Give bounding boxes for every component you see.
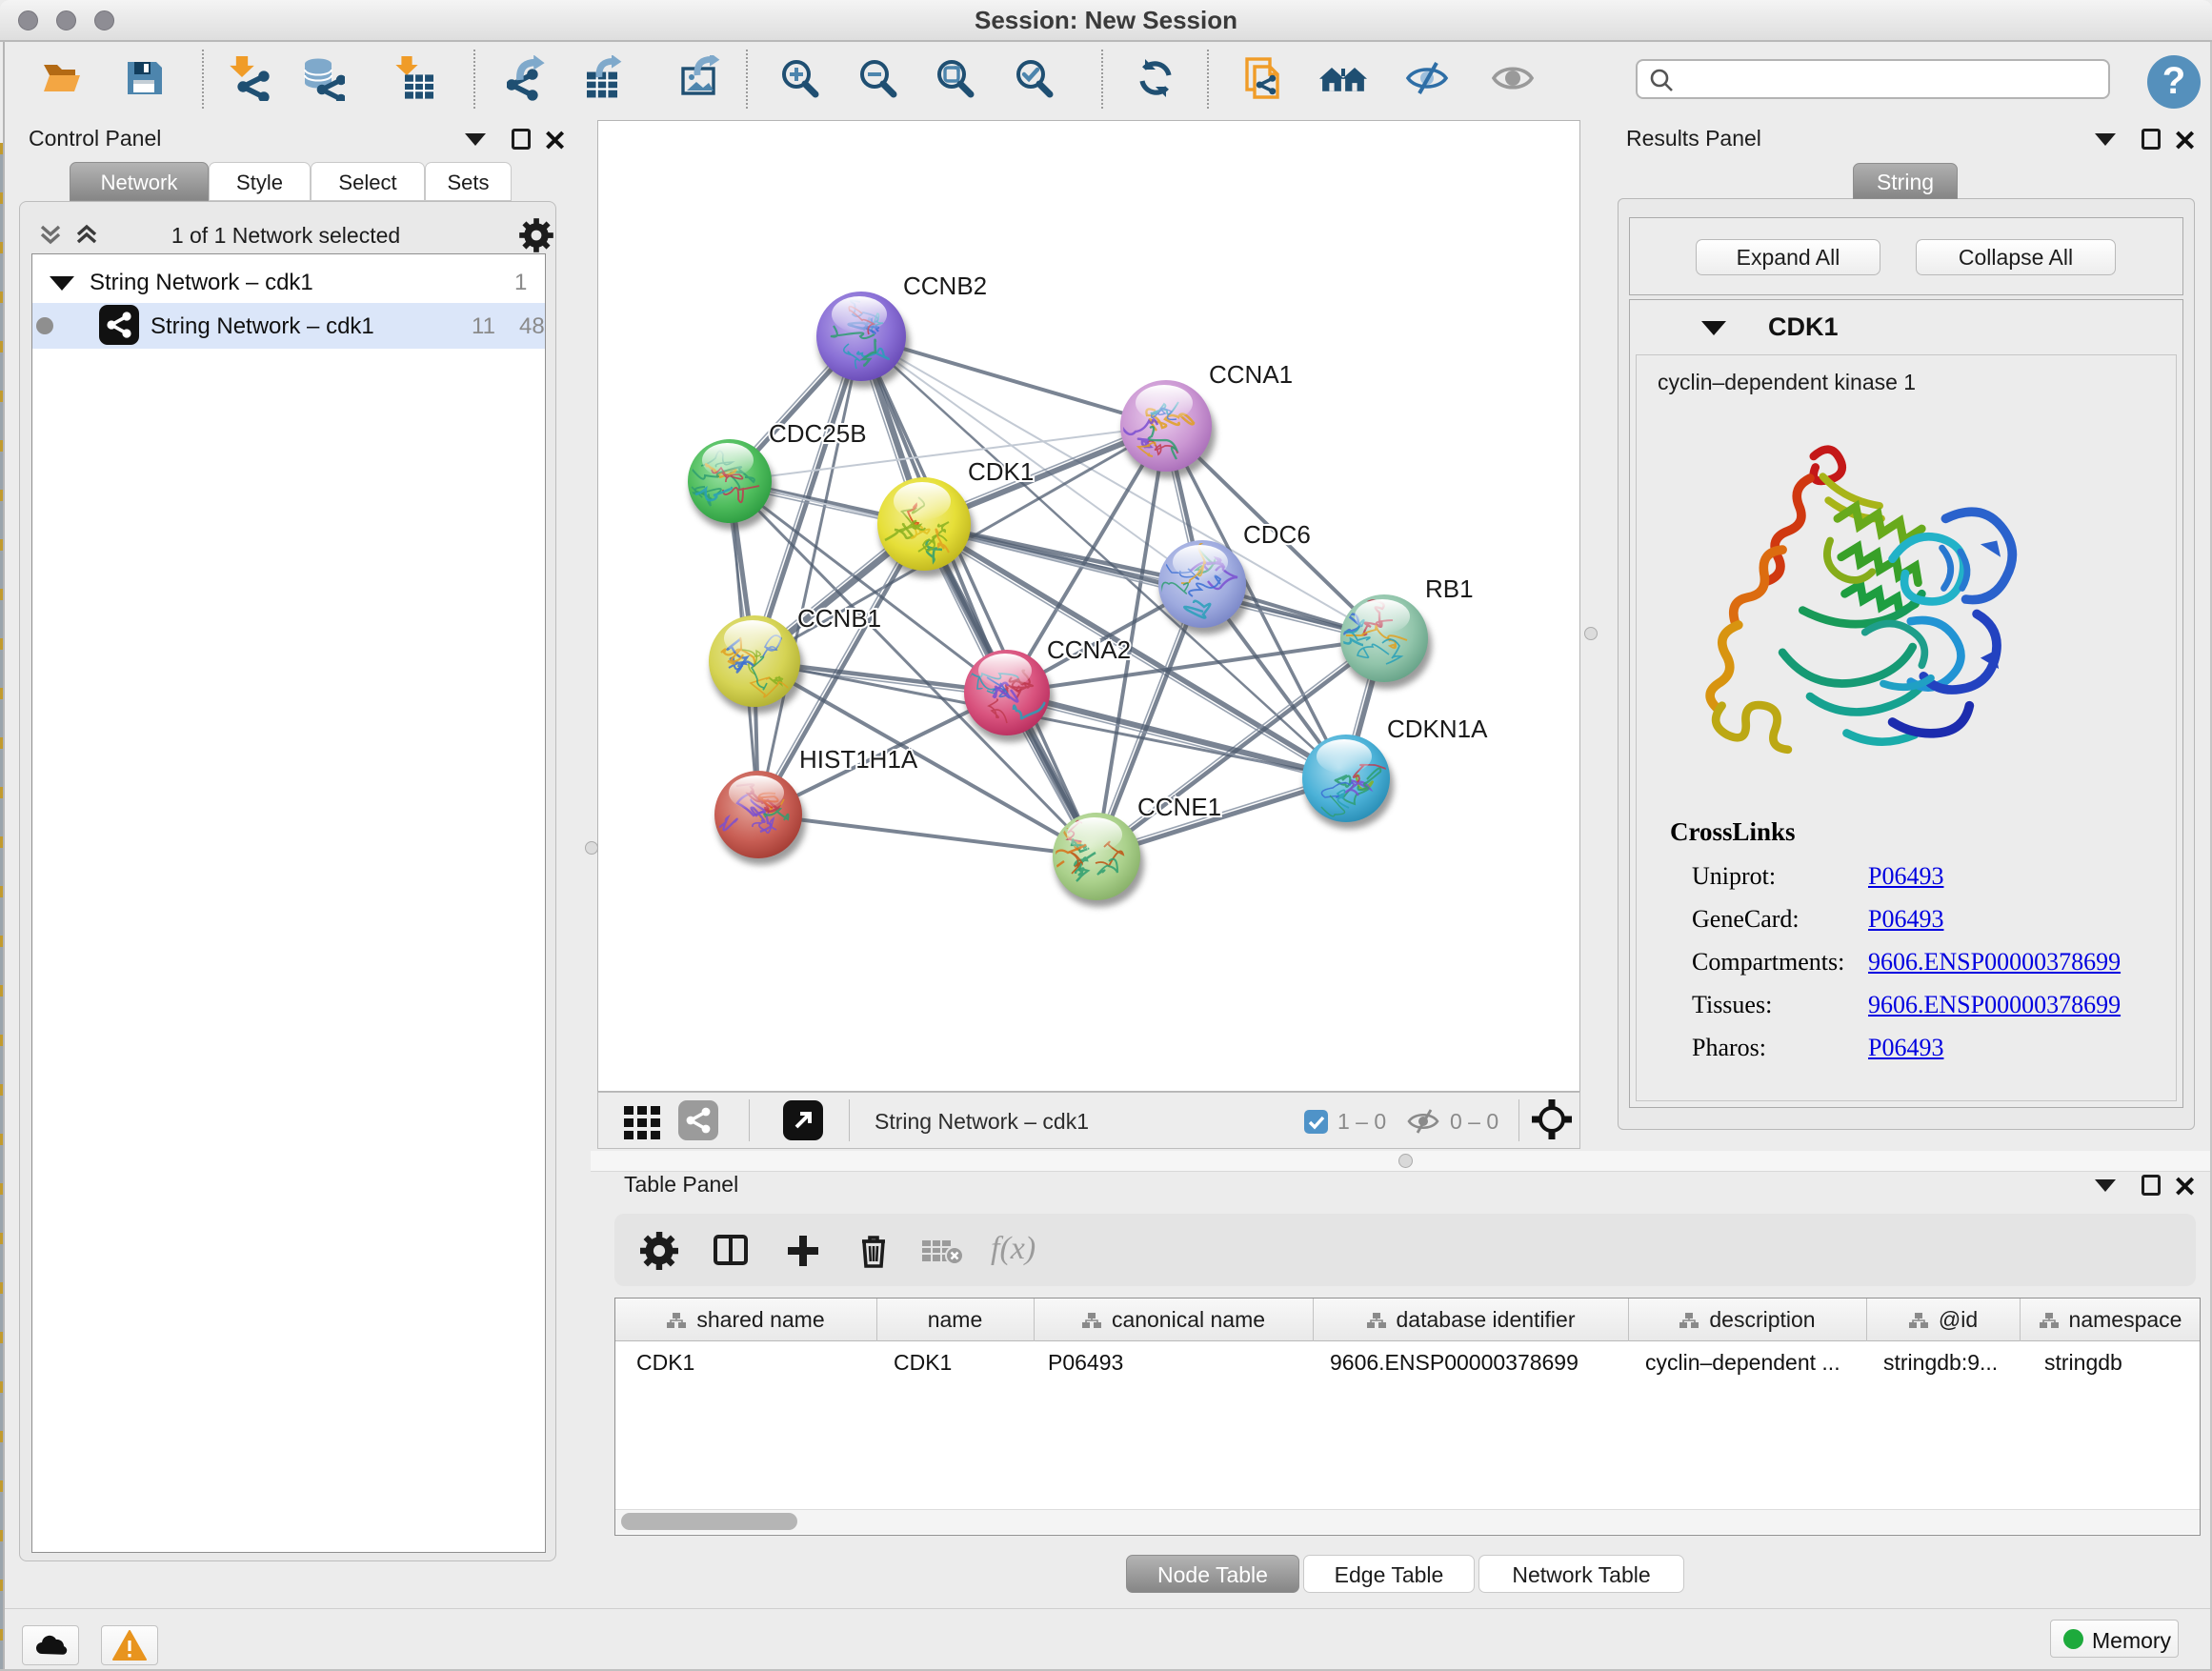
svg-text:CDC6: CDC6 bbox=[1243, 520, 1311, 549]
svg-text:RB1: RB1 bbox=[1425, 574, 1474, 603]
svg-text:CDC25B: CDC25B bbox=[769, 419, 867, 448]
svg-text:CCNA1: CCNA1 bbox=[1209, 360, 1293, 389]
svg-text:CCNA2: CCNA2 bbox=[1047, 635, 1131, 664]
svg-text:CDK1: CDK1 bbox=[968, 457, 1034, 486]
svg-text:CCNB2: CCNB2 bbox=[903, 272, 987, 300]
svg-text:CCNB1: CCNB1 bbox=[797, 604, 881, 633]
svg-text:HIST1H1A: HIST1H1A bbox=[799, 745, 918, 774]
svg-text:CDKN1A: CDKN1A bbox=[1387, 715, 1488, 743]
svg-text:CCNE1: CCNE1 bbox=[1137, 793, 1221, 821]
